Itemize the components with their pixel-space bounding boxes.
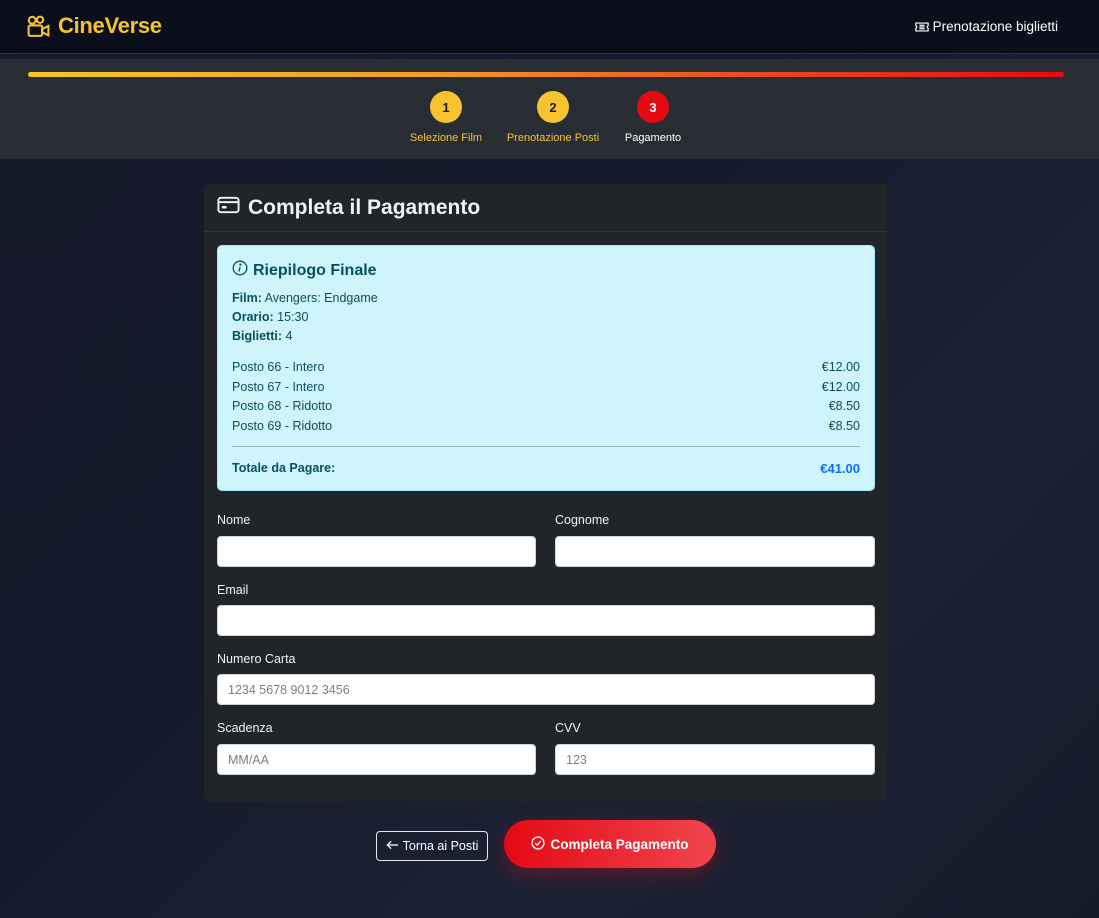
time-label: Orario: bbox=[232, 310, 274, 324]
email-label: Email bbox=[217, 583, 249, 597]
summary-film: Film: Avengers: Endgame bbox=[232, 289, 860, 308]
seat-label: Posto 69 - Ridotto bbox=[232, 418, 333, 433]
cvv-label: CVV bbox=[555, 721, 581, 735]
summary-time: Orario: 15:30 bbox=[232, 308, 860, 327]
progress-bar bbox=[28, 72, 1064, 77]
card-number-label: Numero Carta bbox=[217, 652, 296, 666]
back-button-label: Torna ai Posti bbox=[402, 839, 479, 853]
payment-card: Completa il Pagamento Riepilogo Finale F… bbox=[204, 184, 887, 801]
list-item: Posto 67 - Intero €12.00 bbox=[232, 378, 860, 398]
film-label: Film: bbox=[232, 291, 262, 305]
info-icon bbox=[232, 260, 248, 281]
expiry-field[interactable] bbox=[217, 744, 536, 775]
step-payment: 3 Pagamento bbox=[593, 91, 713, 144]
step-label: Selezione Film bbox=[409, 132, 483, 144]
email-field[interactable] bbox=[217, 605, 875, 636]
seat-price: €8.50 bbox=[828, 418, 860, 433]
seat-list: Posto 66 - Intero €12.00 Posto 67 - Inte… bbox=[232, 358, 860, 436]
summary-heading: Riepilogo Finale bbox=[232, 260, 860, 281]
expiry-label: Scadenza bbox=[217, 721, 273, 735]
step-select-film: 1 Selezione Film bbox=[386, 91, 506, 144]
step-number: 3 bbox=[637, 91, 669, 123]
list-item: Posto 69 - Ridotto €8.50 bbox=[232, 417, 860, 437]
card-number-field[interactable] bbox=[217, 674, 875, 705]
first-name-field[interactable] bbox=[217, 536, 536, 567]
brand-link[interactable]: CineVerse bbox=[26, 13, 162, 39]
cvv-field[interactable] bbox=[555, 744, 875, 775]
list-item: Posto 66 - Intero €12.00 bbox=[232, 358, 860, 378]
divider bbox=[232, 446, 860, 447]
step-number: 1 bbox=[430, 91, 462, 123]
seat-label: Posto 66 - Intero bbox=[232, 360, 325, 374]
step-label: Pagamento bbox=[624, 132, 682, 144]
total-label: Totale da Pagare: bbox=[232, 461, 336, 475]
tickets-label: Biglietti: bbox=[232, 329, 282, 343]
summary-title: Riepilogo Finale bbox=[253, 261, 377, 279]
navbar: CineVerse Prenotazione biglietti bbox=[0, 0, 1099, 54]
total-row: Totale da Pagare: €41.00 bbox=[232, 461, 860, 476]
seat-label: Posto 68 - Ridotto bbox=[232, 399, 333, 413]
credit-card-icon bbox=[217, 196, 240, 219]
last-name-label: Cognome bbox=[555, 513, 610, 527]
card-header: Completa il Pagamento bbox=[204, 184, 887, 232]
step-number: 2 bbox=[537, 91, 569, 123]
nav-link-label: Prenotazione biglietti bbox=[932, 19, 1058, 34]
nav-link-ticket-booking[interactable]: Prenotazione biglietti bbox=[914, 19, 1058, 34]
film-value: Avengers: Endgame bbox=[264, 291, 378, 305]
page-title: Completa il Pagamento bbox=[248, 195, 481, 219]
first-name-label: Nome bbox=[217, 513, 251, 527]
time-value: 15:30 bbox=[277, 310, 309, 324]
arrow-left-icon bbox=[386, 839, 399, 853]
ticket-icon bbox=[914, 21, 929, 33]
brand-name: CineVerse bbox=[58, 13, 162, 38]
checkout-stepper: 1 Selezione Film 2 Prenotazione Posti 3 … bbox=[0, 59, 1099, 159]
last-name-field[interactable] bbox=[555, 536, 875, 567]
complete-payment-button[interactable]: Completa Pagamento bbox=[504, 820, 716, 868]
list-item: Posto 68 - Ridotto €8.50 bbox=[232, 397, 860, 417]
seat-price: €12.00 bbox=[821, 379, 860, 394]
total-value: €41.00 bbox=[820, 461, 860, 476]
pay-button-label: Completa Pagamento bbox=[550, 836, 689, 852]
tickets-value: 4 bbox=[285, 329, 293, 343]
seat-price: €8.50 bbox=[828, 399, 860, 413]
order-summary: Riepilogo Finale Film: Avengers: Endgame… bbox=[217, 245, 875, 491]
seat-price: €12.00 bbox=[821, 360, 860, 374]
seat-label: Posto 67 - Intero bbox=[232, 379, 325, 394]
back-to-seats-button[interactable]: Torna ai Posti bbox=[376, 831, 488, 861]
check-circle-icon bbox=[531, 835, 546, 853]
film-camera-icon bbox=[26, 14, 51, 39]
summary-tickets: Biglietti: 4 bbox=[232, 327, 860, 346]
